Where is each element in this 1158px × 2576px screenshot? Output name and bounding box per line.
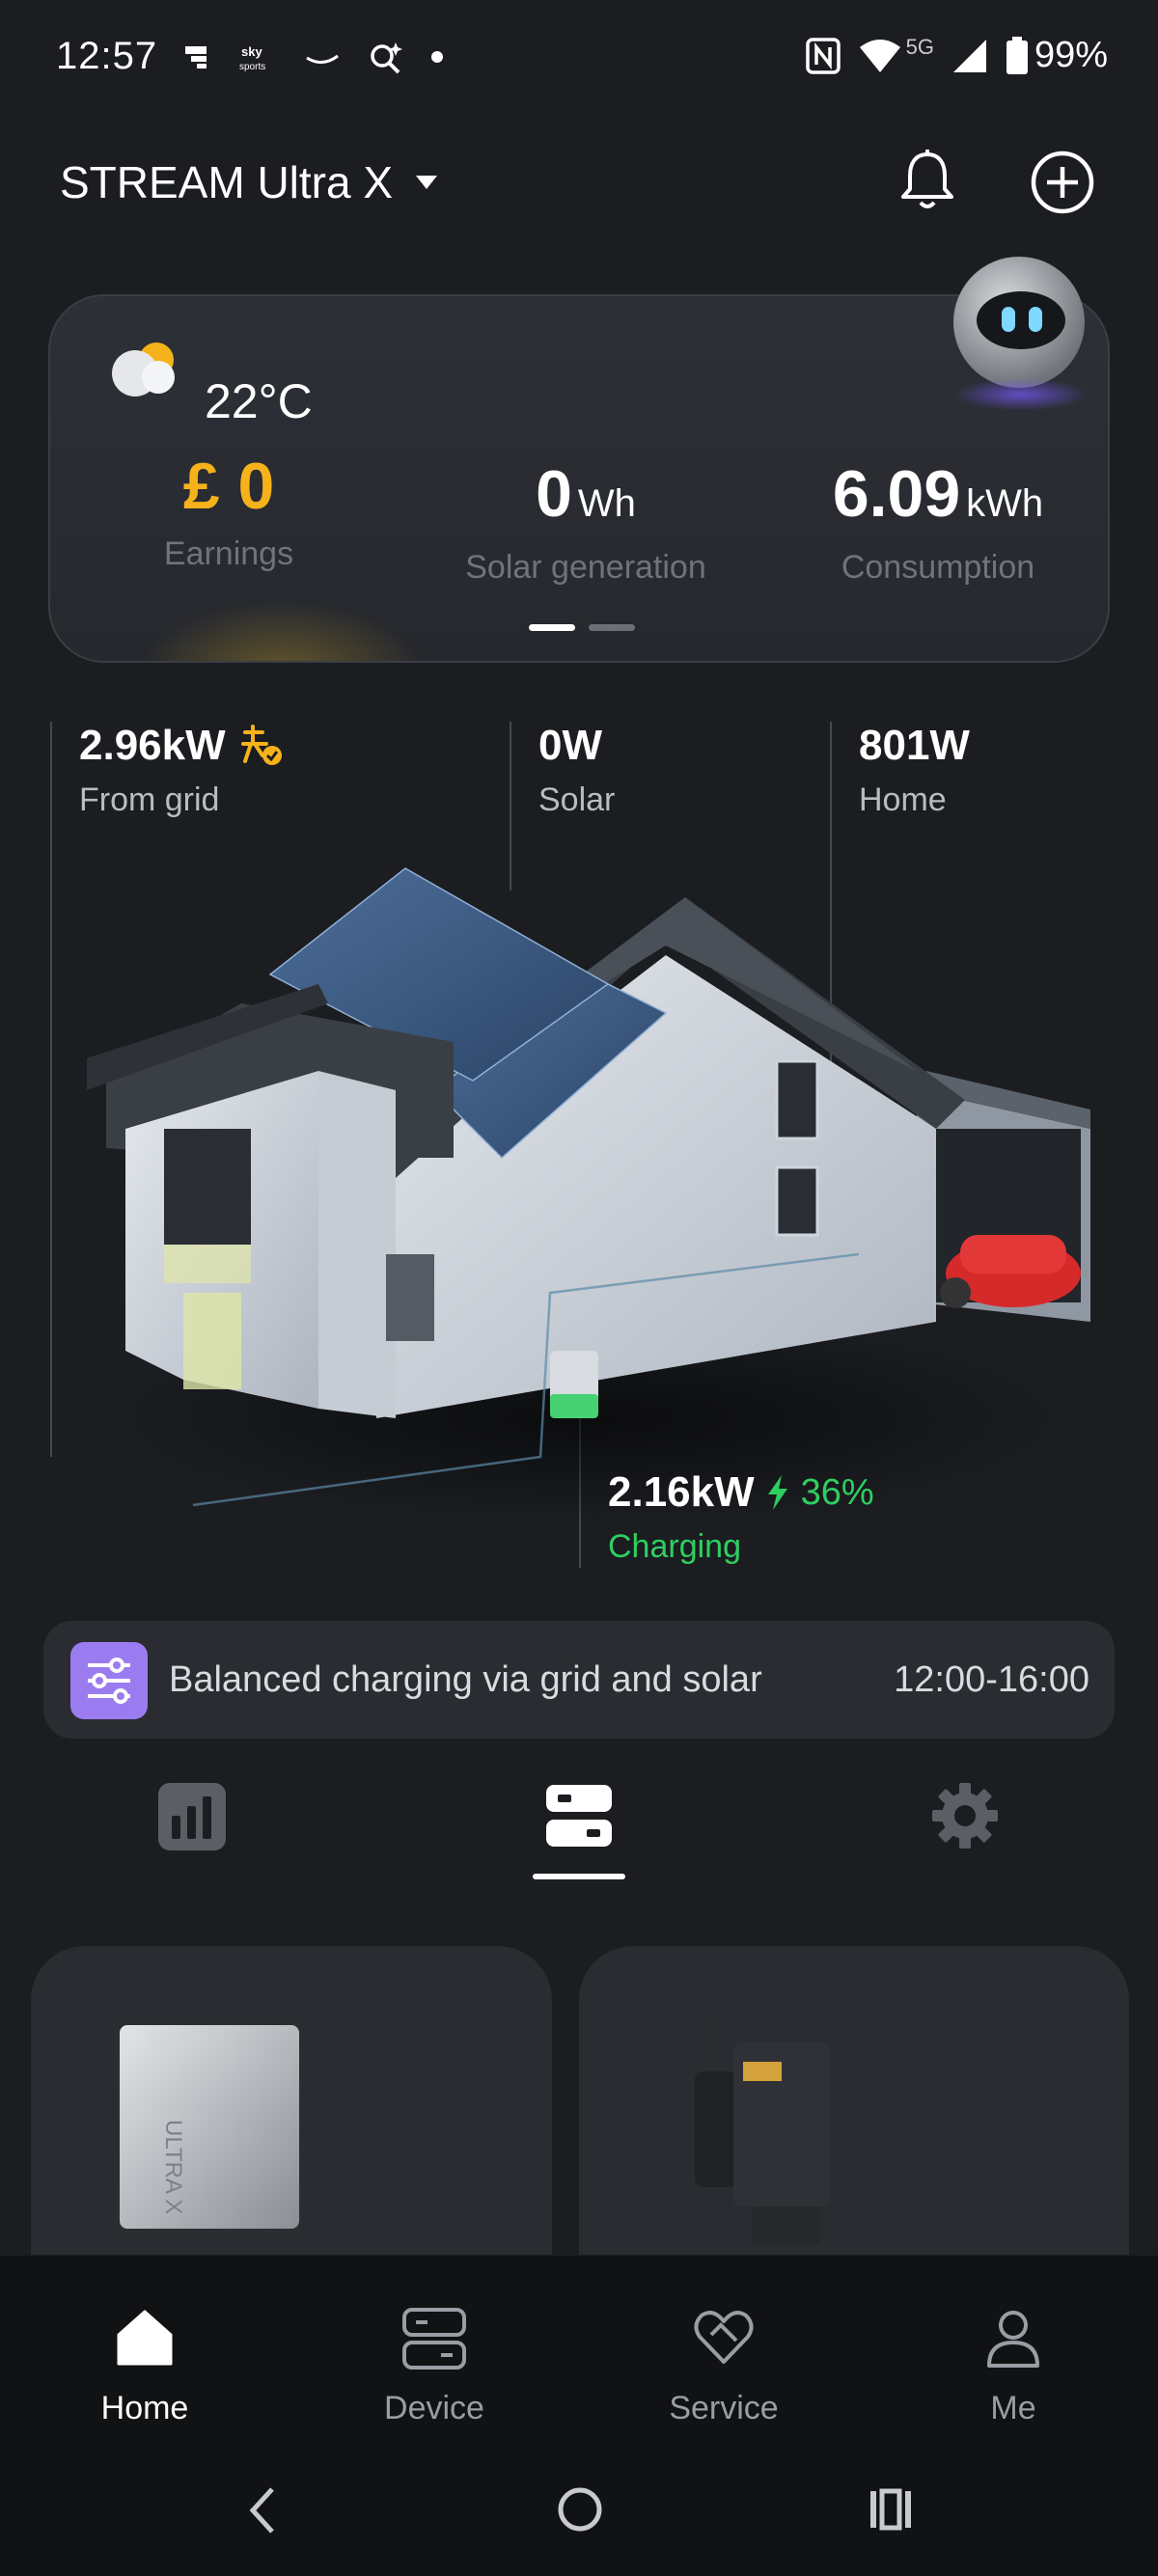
house-illustration (87, 867, 1090, 1524)
battery-flow[interactable]: 2.16kW 36% Charging (608, 1468, 874, 1566)
ultra-x-label: ULTRA X (160, 2120, 186, 2214)
amazon-icon (306, 54, 339, 64)
charging-mode-time: 12:00-16:00 (894, 1659, 1089, 1700)
device-card-smart-meter[interactable] (579, 1946, 1129, 2255)
robot-glow (953, 378, 1089, 411)
battery-icon (1006, 36, 1028, 74)
wifi-icon (859, 39, 900, 72)
temperature: 22°C (205, 374, 313, 428)
service-icon (694, 2311, 754, 2364)
battery-percent: 99% (1034, 35, 1108, 75)
bottom-navigation: Home Device Service Me (0, 2256, 1158, 2449)
person-icon (987, 2311, 1039, 2368)
charging-mode-banner[interactable]: Balanced charging via grid and solar 12:… (43, 1621, 1115, 1739)
smart-meter-image (695, 2023, 830, 2245)
nav-home[interactable]: Home (48, 2304, 241, 2427)
lightning-icon (767, 1475, 787, 1510)
tab-active-indicator (533, 1874, 625, 1879)
solar-label: Solar (538, 781, 616, 818)
tab-settings[interactable] (930, 1781, 1000, 1850)
recents-icon[interactable] (867, 2485, 915, 2534)
nav-service-label: Service (669, 2390, 779, 2426)
nav-device[interactable]: Device (338, 2304, 531, 2427)
system-navigation-bar (0, 2449, 1158, 2576)
battery-device-image: ULTRA X (116, 2021, 303, 2233)
battery-status-label: Charging (608, 1528, 741, 1565)
home-label: Home (859, 781, 947, 818)
home-value: 801W (859, 722, 970, 769)
solar-generation-value: 0 (536, 457, 572, 531)
sky-sports-icon: sky sports (239, 44, 265, 72)
earnings-label: Earnings (163, 535, 294, 572)
consumption-value: 6.09 (832, 457, 961, 531)
nav-me-label: Me (990, 2390, 1036, 2426)
signal-icon (952, 39, 986, 72)
tariff-badge-icon (240, 725, 282, 765)
svg-text:sky: sky (241, 44, 262, 59)
tab-devices[interactable] (544, 1781, 614, 1850)
caret-down-icon (416, 176, 438, 189)
solar-generation-stat: 0 Wh Solar generation (441, 456, 731, 587)
robot-icon (953, 257, 1085, 388)
status-time: 12:57 (56, 35, 158, 77)
consumption-unit: kWh (966, 482, 1044, 525)
sliders-icon (70, 1642, 148, 1719)
grid-flow[interactable]: 2.96kW From grid (79, 722, 284, 819)
earnings-value: £ 0 (182, 450, 275, 523)
consumption-stat: 6.09 kWh Consumption (793, 456, 1083, 587)
network-type: 5G (905, 34, 934, 59)
nav-device-label: Device (384, 2390, 484, 2426)
status-system-icons: 5G 99% (805, 34, 1108, 76)
nav-service[interactable]: Service (627, 2304, 820, 2427)
page-dot-2 (589, 624, 635, 631)
device-selector[interactable]: STREAM Ultra X (60, 156, 439, 208)
card-glow (127, 595, 436, 661)
battery-power-value: 2.16kW (608, 1468, 755, 1516)
solar-value: 0W (538, 722, 602, 769)
device-name: STREAM Ultra X (60, 157, 394, 207)
search-sparkle-icon (371, 42, 402, 74)
nav-home-label: Home (100, 2390, 189, 2426)
solar-flow[interactable]: 0W Solar (538, 722, 615, 819)
grid-flow-line (50, 722, 52, 1457)
grid-label: From grid (79, 781, 220, 818)
notification-icon (185, 46, 207, 69)
home-icon (117, 2310, 173, 2366)
tab-statistics[interactable] (158, 1783, 226, 1850)
dot-icon (431, 51, 443, 63)
charging-mode-text: Balanced charging via grid and solar (169, 1659, 762, 1700)
nfc-icon (805, 37, 841, 74)
home-button-icon[interactable] (556, 2485, 604, 2534)
assistant-robot[interactable] (944, 253, 1089, 417)
consumption-label: Consumption (841, 549, 1035, 586)
battery-percent-value: 36% (800, 1471, 874, 1513)
device-card-ultra-x[interactable]: ULTRA X (31, 1946, 552, 2255)
solar-generation-unit: Wh (577, 482, 636, 525)
grid-value: 2.96kW (79, 722, 226, 769)
status-notification-icons: sky sports (181, 39, 444, 75)
partly-sunny-icon (112, 343, 175, 397)
page-dot-1 (529, 624, 575, 631)
device-icon (402, 2308, 466, 2370)
svg-text:sports: sports (239, 62, 265, 72)
plus-circle-icon[interactable] (1029, 149, 1096, 216)
earnings-stat: £ 0 Earnings (108, 449, 349, 573)
back-icon[interactable] (243, 2483, 282, 2537)
page-indicator (529, 624, 635, 631)
solar-generation-label: Solar generation (465, 549, 706, 586)
bell-icon[interactable] (894, 147, 961, 214)
nav-me[interactable]: Me (917, 2304, 1110, 2427)
home-flow[interactable]: 801W Home (859, 722, 970, 819)
